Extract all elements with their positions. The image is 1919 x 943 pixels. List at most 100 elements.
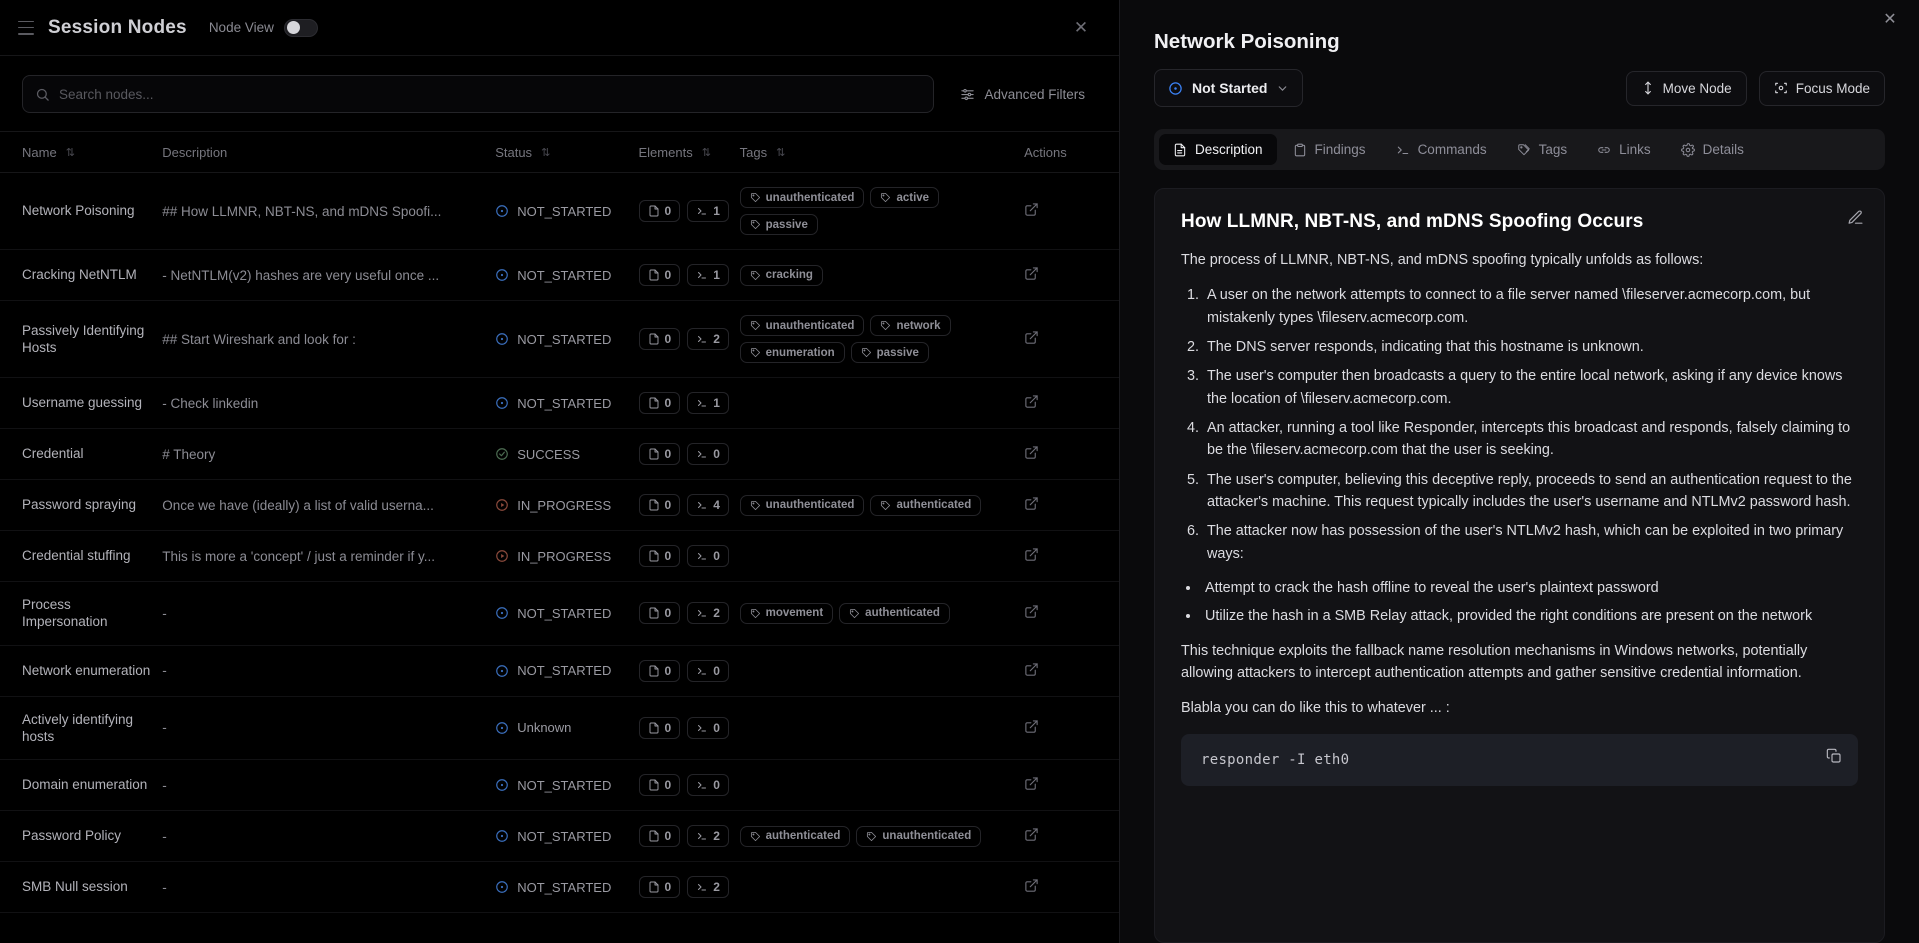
documents-count-pill[interactable]: 0 (638, 602, 681, 625)
commands-count: 1 (713, 204, 720, 218)
table-row[interactable]: Network Poisoning ## How LLMNR, NBT-NS, a… (0, 172, 1119, 250)
edit-icon[interactable] (1847, 209, 1864, 226)
commands-count-pill[interactable]: 2 (687, 825, 729, 848)
description-intro: The process of LLMNR, NBT-NS, and mDNS s… (1181, 252, 1704, 268)
tag-chip[interactable]: passive (739, 214, 818, 235)
column-header-status[interactable]: Status ⇅ (495, 132, 639, 173)
sort-icon[interactable]: ⇅ (66, 146, 75, 159)
menu-icon[interactable] (18, 20, 34, 35)
table-row[interactable]: Password Policy - NOT_STARTED 0 2 authenticat… (0, 810, 1119, 863)
sort-icon[interactable]: ⇅ (776, 146, 785, 159)
tag-chip[interactable]: authenticated (739, 825, 851, 847)
tag-chip[interactable]: authenticated (839, 602, 950, 624)
documents-count-pill[interactable]: 0 (638, 264, 681, 286)
commands-count-pill[interactable]: 2 (687, 328, 729, 350)
commands-count-pill[interactable]: 1 (687, 200, 729, 222)
tag-chip[interactable]: unauthenticated (739, 187, 865, 208)
documents-count-pill[interactable]: 0 (638, 774, 681, 797)
open-node-icon[interactable] (1024, 445, 1039, 460)
documents-count-pill[interactable]: 0 (638, 659, 681, 682)
sort-icon[interactable]: ⇅ (702, 146, 711, 159)
table-row[interactable]: Passively Identifying Hosts ## Start Wire… (0, 300, 1119, 378)
open-node-icon[interactable] (1024, 878, 1039, 893)
open-node-icon[interactable] (1024, 776, 1039, 791)
close-icon[interactable]: ✕ (1879, 9, 1901, 31)
commands-count-pill[interactable]: 0 (687, 545, 729, 567)
tag-chip[interactable]: enumeration (739, 342, 845, 363)
open-node-icon[interactable] (1024, 547, 1039, 562)
tab-tags[interactable]: Tags (1503, 134, 1582, 165)
table-row[interactable]: Password spraying Once we have (ideally) … (0, 479, 1119, 531)
tab-details[interactable]: Details (1667, 134, 1758, 165)
cell-status: NOT_STARTED (495, 810, 639, 863)
column-header-elements[interactable]: Elements ⇅ (638, 132, 740, 173)
tag-chip[interactable]: unauthenticated (739, 315, 865, 336)
documents-count-pill[interactable]: 0 (638, 716, 681, 739)
open-node-icon[interactable] (1024, 394, 1039, 409)
table-row[interactable]: Process Impersonation - NOT_STARTED 0 2 movem… (0, 581, 1119, 646)
documents-count-pill[interactable]: 0 (638, 443, 681, 465)
tab-description[interactable]: Description (1159, 134, 1277, 165)
commands-count-pill[interactable]: 2 (687, 602, 729, 625)
search-input[interactable] (59, 86, 922, 102)
table-row[interactable]: SMB Null session - NOT_STARTED 0 2 (0, 861, 1119, 914)
table-row[interactable]: Credential stuffing This is more a 'conce… (0, 530, 1119, 582)
copy-icon[interactable] (1826, 748, 1842, 764)
node-view-toggle[interactable] (283, 18, 318, 37)
column-header-name[interactable]: Name ⇅ (0, 132, 163, 173)
open-node-icon[interactable] (1024, 827, 1039, 842)
tag-chip[interactable]: network (870, 315, 951, 336)
documents-count-pill[interactable]: 0 (638, 494, 681, 516)
open-node-icon[interactable] (1024, 496, 1039, 511)
status-label: NOT_STARTED (517, 879, 612, 895)
tag-chip[interactable]: movement (739, 602, 834, 624)
tab-commands[interactable]: Commands (1382, 134, 1501, 165)
open-node-icon[interactable] (1024, 202, 1039, 217)
advanced-filters-button[interactable]: Advanced Filters (948, 79, 1097, 110)
tag-chip[interactable]: passive (850, 342, 929, 363)
table-row[interactable]: Username guessing - Check linkedin NOT_STA… (0, 377, 1119, 429)
table-row[interactable]: Network enumeration - NOT_STARTED 0 0 (0, 645, 1119, 697)
status-dropdown[interactable]: Not Started (1154, 69, 1304, 107)
close-icon[interactable]: ✕ (1071, 18, 1091, 38)
commands-count: 2 (713, 332, 720, 346)
column-header-tags[interactable]: Tags ⇅ (739, 132, 1025, 173)
documents-count-pill[interactable]: 0 (638, 200, 681, 222)
cell-status: NOT_STARTED (495, 581, 639, 646)
open-node-icon[interactable] (1024, 604, 1039, 619)
tag-chip[interactable]: cracking (739, 264, 823, 286)
cell-description: This is more a 'concept' / just a remind… (162, 530, 496, 582)
open-node-icon[interactable] (1024, 266, 1039, 281)
commands-count-pill[interactable]: 4 (687, 494, 729, 516)
table-row[interactable]: Domain enumeration - NOT_STARTED 0 0 (0, 759, 1119, 812)
table-row[interactable]: Credential # Theory SUCCESS 0 0 (0, 428, 1119, 480)
sort-icon[interactable]: ⇅ (541, 146, 550, 159)
documents-count-pill[interactable]: 0 (638, 545, 681, 567)
table-row[interactable]: Cracking NetNTLM - NetNTLM(v2) hashes are… (0, 249, 1119, 301)
tag-chip[interactable]: authenticated (870, 494, 982, 516)
open-node-icon[interactable] (1024, 330, 1039, 345)
commands-count-pill[interactable]: 1 (687, 392, 729, 414)
search-box[interactable] (22, 75, 935, 113)
commands-count-pill[interactable]: 0 (687, 716, 729, 739)
commands-count-pill[interactable]: 1 (687, 264, 729, 286)
commands-count-pill[interactable]: 0 (687, 659, 729, 682)
tab-findings[interactable]: Findings (1279, 134, 1380, 165)
tag-chip[interactable]: unauthenticated (739, 494, 865, 516)
move-node-button[interactable]: Move Node (1625, 70, 1747, 106)
open-node-icon[interactable] (1024, 719, 1039, 734)
documents-count-pill[interactable]: 0 (638, 876, 681, 899)
documents-count-pill[interactable]: 0 (638, 392, 681, 414)
table-row[interactable]: Actively identifying hosts - Unknown 0 0 (0, 696, 1119, 761)
commands-count-pill[interactable]: 0 (687, 774, 729, 797)
documents-count-pill[interactable]: 0 (638, 328, 681, 350)
tab-links[interactable]: Links (1583, 134, 1665, 165)
documents-count-pill[interactable]: 0 (638, 825, 681, 848)
tag-chip[interactable]: unauthenticated (856, 825, 982, 847)
open-node-icon[interactable] (1024, 662, 1039, 677)
commands-count-pill[interactable]: 2 (687, 876, 729, 899)
status-badge: NOT_STARTED (495, 204, 630, 219)
commands-count-pill[interactable]: 0 (687, 443, 729, 465)
focus-mode-button[interactable]: Focus Mode (1758, 70, 1885, 106)
tag-chip[interactable]: active (870, 187, 940, 208)
